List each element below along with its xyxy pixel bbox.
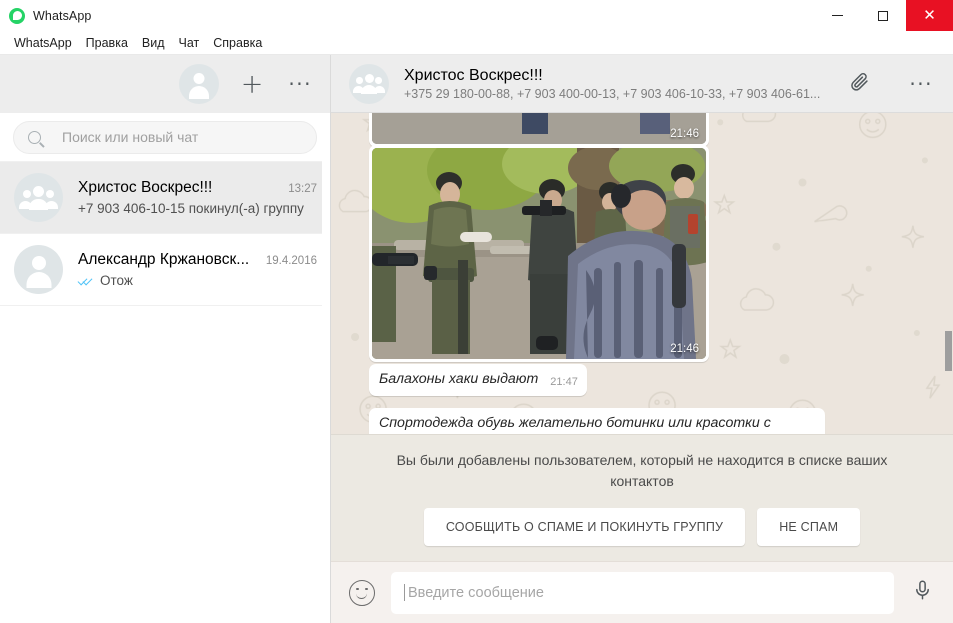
sidebar-menu-button[interactable]: ··· — [288, 74, 312, 94]
group-avatar — [14, 173, 63, 222]
read-receipt-icon — [77, 275, 95, 286]
whatsapp-window: WhatsApp ✕ WhatsApp Правка Вид Чат Справ… — [0, 0, 953, 623]
chat-name: Александр Кржановск... — [78, 251, 250, 268]
chat-list-item-contact[interactable]: Александр Кржановск... 19.4.2016 Отож — [0, 234, 330, 306]
conversation-menu-button[interactable]: ··· — [909, 74, 933, 94]
menu-item-view[interactable]: Вид — [135, 34, 172, 52]
menu-item-whatsapp[interactable]: WhatsApp — [7, 34, 79, 52]
search-placeholder: Поиск или новый чат — [62, 129, 199, 145]
search-bar: Поиск или новый чат — [0, 113, 330, 162]
new-chat-button[interactable]: + — [241, 71, 264, 98]
menu-item-edit[interactable]: Правка — [79, 34, 135, 52]
sidebar-scrollbar[interactable] — [322, 113, 330, 623]
scrollbar-thumb[interactable] — [945, 331, 952, 371]
conversation-group-avatar[interactable] — [349, 63, 389, 104]
report-spam-leave-group-button[interactable]: СООБЩИТЬ О СПАМЕ И ПОКИНУТЬ ГРУППУ — [423, 508, 746, 546]
chat-timestamp: 19.4.2016 — [265, 255, 317, 267]
title-bar: WhatsApp ✕ — [0, 0, 953, 31]
image-timestamp: 21:46 — [670, 128, 699, 140]
message-composer: Введите сообщение — [331, 561, 953, 623]
chat-name: Христос Воскрес!!! — [78, 179, 213, 196]
message-input[interactable]: Введите сообщение — [391, 571, 894, 614]
menu-item-help[interactable]: Справка — [206, 34, 269, 52]
message-input-placeholder: Введите сообщение — [408, 584, 544, 601]
image-timestamp: 21:46 — [670, 343, 699, 355]
sidebar-header: + ··· — [0, 55, 330, 113]
microphone-icon[interactable] — [912, 578, 933, 607]
search-input[interactable]: Поиск или новый чат — [13, 120, 317, 154]
paperclip-icon[interactable] — [849, 71, 870, 97]
message-text-body: Балахоны хаки выдают — [379, 371, 539, 387]
conversation-title: Христос Воскрес!!! — [404, 66, 543, 84]
smiley-icon[interactable] — [349, 579, 375, 606]
message-timestamp: 21:47 — [550, 376, 578, 388]
message-text[interactable]: Балахоны хаки выдают 21:47 — [369, 364, 587, 396]
chat-snippet: Отож — [100, 273, 133, 288]
spam-banner: Вы были добавлены пользователем, который… — [331, 434, 953, 561]
message-image[interactable]: 21:46 — [369, 145, 709, 362]
text-caret — [404, 584, 405, 601]
menu-bar: WhatsApp Правка Вид Чат Справка — [0, 31, 953, 55]
search-icon — [28, 130, 41, 144]
chat-list: Христос Воскрес!!! 13:27 +7 903 406-10-1… — [0, 162, 330, 623]
chat-snippet: +7 903 406-10-15 покинул(-а) группу — [78, 201, 304, 216]
main-body: + ··· Поиск или новый чат Христос Воскре… — [0, 55, 953, 623]
chat-list-item-group[interactable]: Христос Воскрес!!! 13:27 +7 903 406-10-1… — [0, 162, 330, 234]
not-spam-button[interactable]: НЕ СПАМ — [757, 508, 861, 546]
message-image-clipped[interactable]: 21:46 — [369, 113, 709, 147]
profile-avatar[interactable] — [178, 64, 219, 104]
chat-timestamp: 13:27 — [288, 183, 317, 195]
conversation-panel: Христос Воскрес!!! +375 29 180-00-88, +7… — [331, 55, 953, 623]
menu-item-chat[interactable]: Чат — [172, 34, 207, 52]
minimize-button[interactable] — [814, 0, 860, 31]
close-button[interactable]: ✕ — [906, 0, 953, 31]
conversation-header[interactable]: Христос Воскрес!!! +375 29 180-00-88, +7… — [331, 55, 953, 113]
conversation-scrollbar[interactable] — [944, 172, 953, 371]
conversation-participants: +375 29 180-00-88, +7 903 400-00-13, +7 … — [404, 86, 821, 101]
maximize-button[interactable] — [860, 0, 906, 31]
sidebar: + ··· Поиск или новый чат Христос Воскре… — [0, 55, 331, 623]
contact-avatar — [14, 245, 63, 294]
window-title: WhatsApp — [33, 8, 92, 23]
messages-area: 21:46 21:46 Балахоны хаки выдают 21:47 С… — [331, 113, 953, 561]
window-controls: ✕ — [814, 0, 953, 31]
spam-banner-message: Вы были добавлены пользователем, который… — [396, 452, 888, 489]
whatsapp-logo-icon — [9, 7, 25, 24]
